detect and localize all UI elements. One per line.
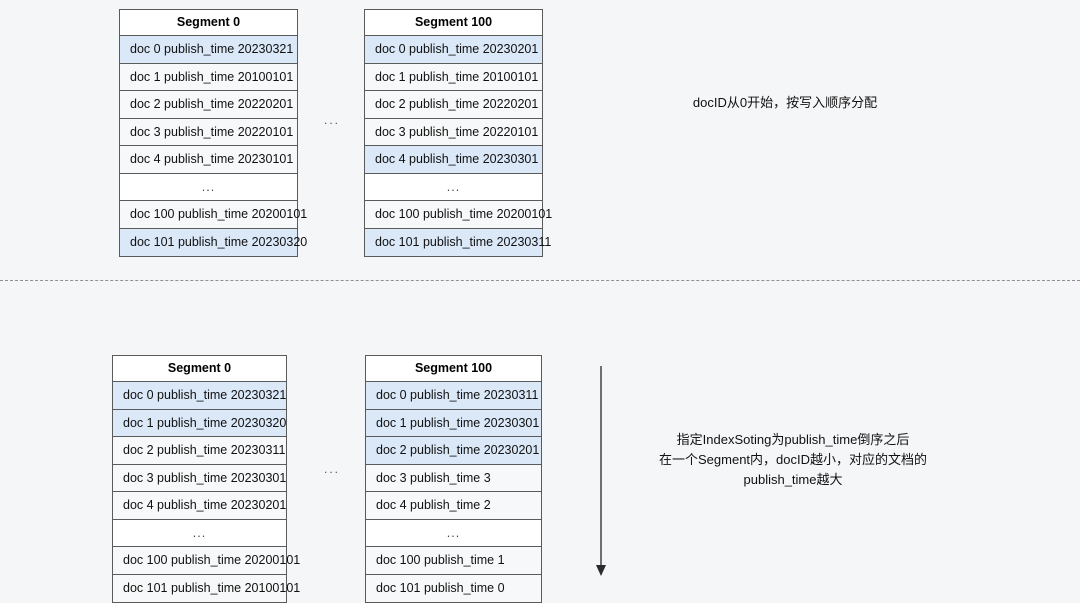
segment-row: doc 2 publish_time 20220201: [365, 91, 542, 119]
segment-row: doc 4 publish_time 20230101: [120, 146, 297, 174]
segment-rows: doc 0 publish_time 20230321 doc 1 publish…: [120, 36, 307, 256]
segment-row: doc 0 publish_time 20230201: [365, 36, 542, 64]
segment-row: ...: [366, 519, 541, 547]
segment-row: doc 2 publish_time 20230311: [113, 437, 286, 465]
segment-row: doc 101 publish_time 20230311: [365, 228, 551, 256]
segment-table-bottom-100: Segment 100 doc 0 publish_time 20230311 d…: [365, 355, 542, 603]
segment-table-top-0: Segment 0 doc 0 publish_time 20230321 doc…: [119, 9, 307, 257]
segments-ellipsis-bottom: ...: [324, 462, 341, 476]
segment-row: doc 3 publish_time 20220101: [120, 118, 297, 146]
segment-row: doc 2 publish_time 20220201: [120, 91, 297, 119]
segment-row: doc 4 publish_time 2: [366, 492, 541, 520]
segment-row: doc 0 publish_time 20230311: [366, 382, 541, 410]
segment-rows: doc 0 publish_time 20230311 doc 1 publish…: [366, 382, 541, 602]
segment-row: doc 4 publish_time 20230301: [365, 146, 542, 174]
segment-row: doc 1 publish_time 20100101: [120, 63, 297, 91]
segment-row: doc 2 publish_time 20230201: [366, 437, 541, 465]
segment-table-bottom-0: Segment 0 doc 0 publish_time 20230321 doc…: [112, 355, 300, 603]
segment-row: doc 100 publish_time 20200101: [120, 201, 307, 229]
segment-row: doc 101 publish_time 20100101: [113, 574, 300, 602]
segment-row: ...: [365, 173, 542, 201]
segment-title: Segment 0: [113, 356, 286, 382]
annotation-docid-assignment: docID从0开始，按写入顺序分配: [692, 95, 878, 110]
segment-row: ...: [120, 173, 297, 201]
segment-title: Segment 0: [120, 10, 297, 36]
segment-row: doc 100 publish_time 1: [366, 547, 541, 575]
arrow-shaft: [600, 366, 602, 566]
segment-row: doc 1 publish_time 20100101: [365, 63, 542, 91]
segment-row: doc 4 publish_time 20230201: [113, 492, 286, 520]
diagram-canvas: Segment 0 doc 0 publish_time 20230321 doc…: [0, 0, 1080, 603]
segment-row: doc 3 publish_time 20230301: [113, 464, 286, 492]
segment-row: doc 3 publish_time 3: [366, 464, 541, 492]
segment-row: doc 1 publish_time 20230320: [113, 409, 286, 437]
segment-row: doc 0 publish_time 20230321: [113, 382, 286, 410]
segment-row: ...: [113, 519, 286, 547]
segment-row: doc 100 publish_time 20200101: [113, 547, 300, 575]
segment-row: doc 101 publish_time 0: [366, 574, 541, 602]
annotation-index-sorting: 指定IndexSoting为publish_time倒序之后 在一个Segmen…: [659, 432, 927, 487]
arrow-head: [596, 565, 606, 576]
segment-row: doc 1 publish_time 20230301: [366, 409, 541, 437]
segment-row: doc 0 publish_time 20230321: [120, 36, 297, 64]
segment-title: Segment 100: [366, 356, 541, 382]
segment-rows: doc 0 publish_time 20230201 doc 1 publish…: [365, 36, 552, 256]
section-divider: [0, 280, 1080, 281]
segment-table-top-100: Segment 100 doc 0 publish_time 20230201 d…: [364, 9, 552, 257]
segment-row: doc 100 publish_time 20200101: [365, 201, 552, 229]
segment-row: doc 101 publish_time 20230320: [120, 228, 307, 256]
segments-ellipsis-top: ...: [324, 113, 341, 127]
segment-row: doc 3 publish_time 20220101: [365, 118, 542, 146]
segment-rows: doc 0 publish_time 20230321 doc 1 publish…: [113, 382, 300, 602]
segment-title: Segment 100: [365, 10, 542, 36]
